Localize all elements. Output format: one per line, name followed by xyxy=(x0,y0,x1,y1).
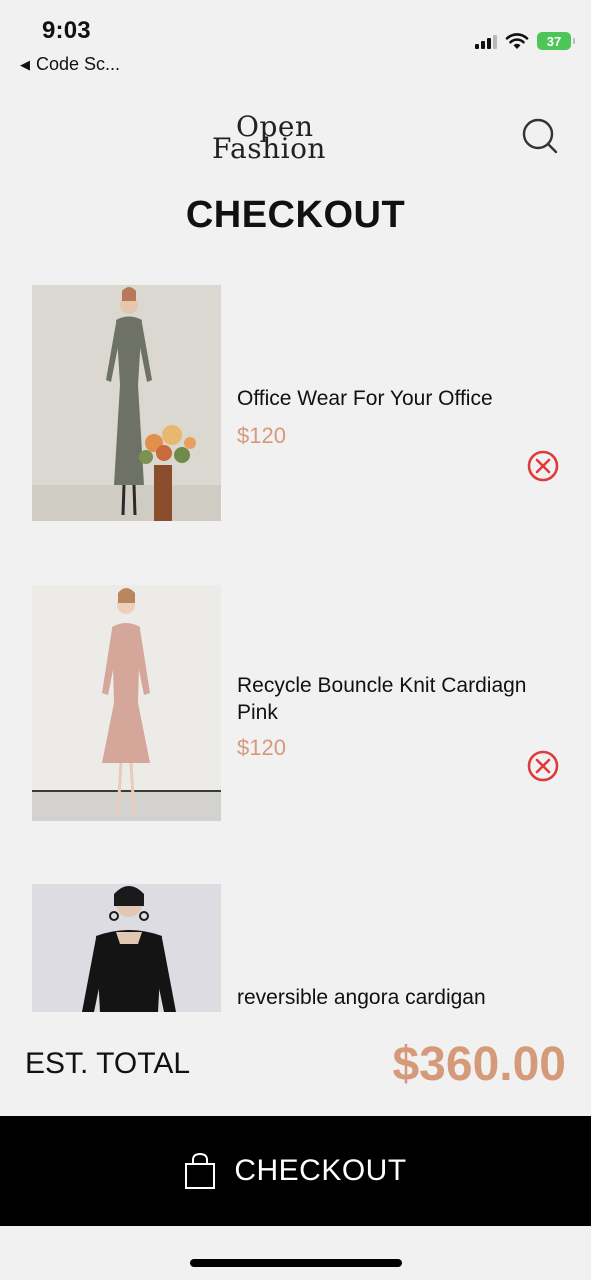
remove-item-button[interactable] xyxy=(526,449,560,483)
battery-level: 37 xyxy=(546,33,562,49)
checkout-button[interactable]: CHECKOUT xyxy=(0,1116,591,1226)
logo-line-2: Fashion xyxy=(212,132,326,165)
page-title: CHECKOUT xyxy=(185,194,406,236)
checkout-screen: 9:03 ◀ Code Sc... 37 Open Fashion CHECKO… xyxy=(0,0,591,1280)
battery-icon: 37 xyxy=(537,32,575,50)
brand-logo[interactable]: Open Fashion xyxy=(212,110,342,166)
remove-item-button[interactable] xyxy=(526,749,560,783)
cellular-signal-icon xyxy=(475,33,497,49)
product-name[interactable]: reversible angora cardigan xyxy=(237,984,537,1011)
remove-circle-x-icon xyxy=(527,750,559,782)
product-price: $120 xyxy=(237,423,286,448)
search-button[interactable] xyxy=(520,116,560,156)
product-name[interactable]: Office Wear For Your Office xyxy=(237,385,537,412)
home-indicator[interactable] xyxy=(190,1259,402,1267)
product-name[interactable]: Recycle Bouncle Knit Cardiagn Pink xyxy=(237,672,537,726)
product-image[interactable] xyxy=(32,285,221,521)
status-indicators: 37 xyxy=(475,32,575,50)
status-time: 9:03 xyxy=(42,17,91,44)
total-label: EST. TOTAL xyxy=(25,1047,191,1080)
product-image[interactable] xyxy=(32,884,221,1012)
search-icon xyxy=(522,118,558,154)
back-to-app-link[interactable]: ◀ Code Sc... xyxy=(20,54,120,75)
shopping-bag-icon xyxy=(185,1152,216,1189)
product-price: $120 xyxy=(237,735,286,760)
total-value: $360.00 xyxy=(392,1038,566,1091)
back-triangle-icon: ◀ xyxy=(20,56,30,72)
product-image[interactable] xyxy=(32,585,221,821)
back-app-label: Code Sc... xyxy=(36,54,121,74)
remove-circle-x-icon xyxy=(527,450,559,482)
wifi-icon xyxy=(505,33,529,49)
checkout-button-label: CHECKOUT xyxy=(234,1154,407,1187)
